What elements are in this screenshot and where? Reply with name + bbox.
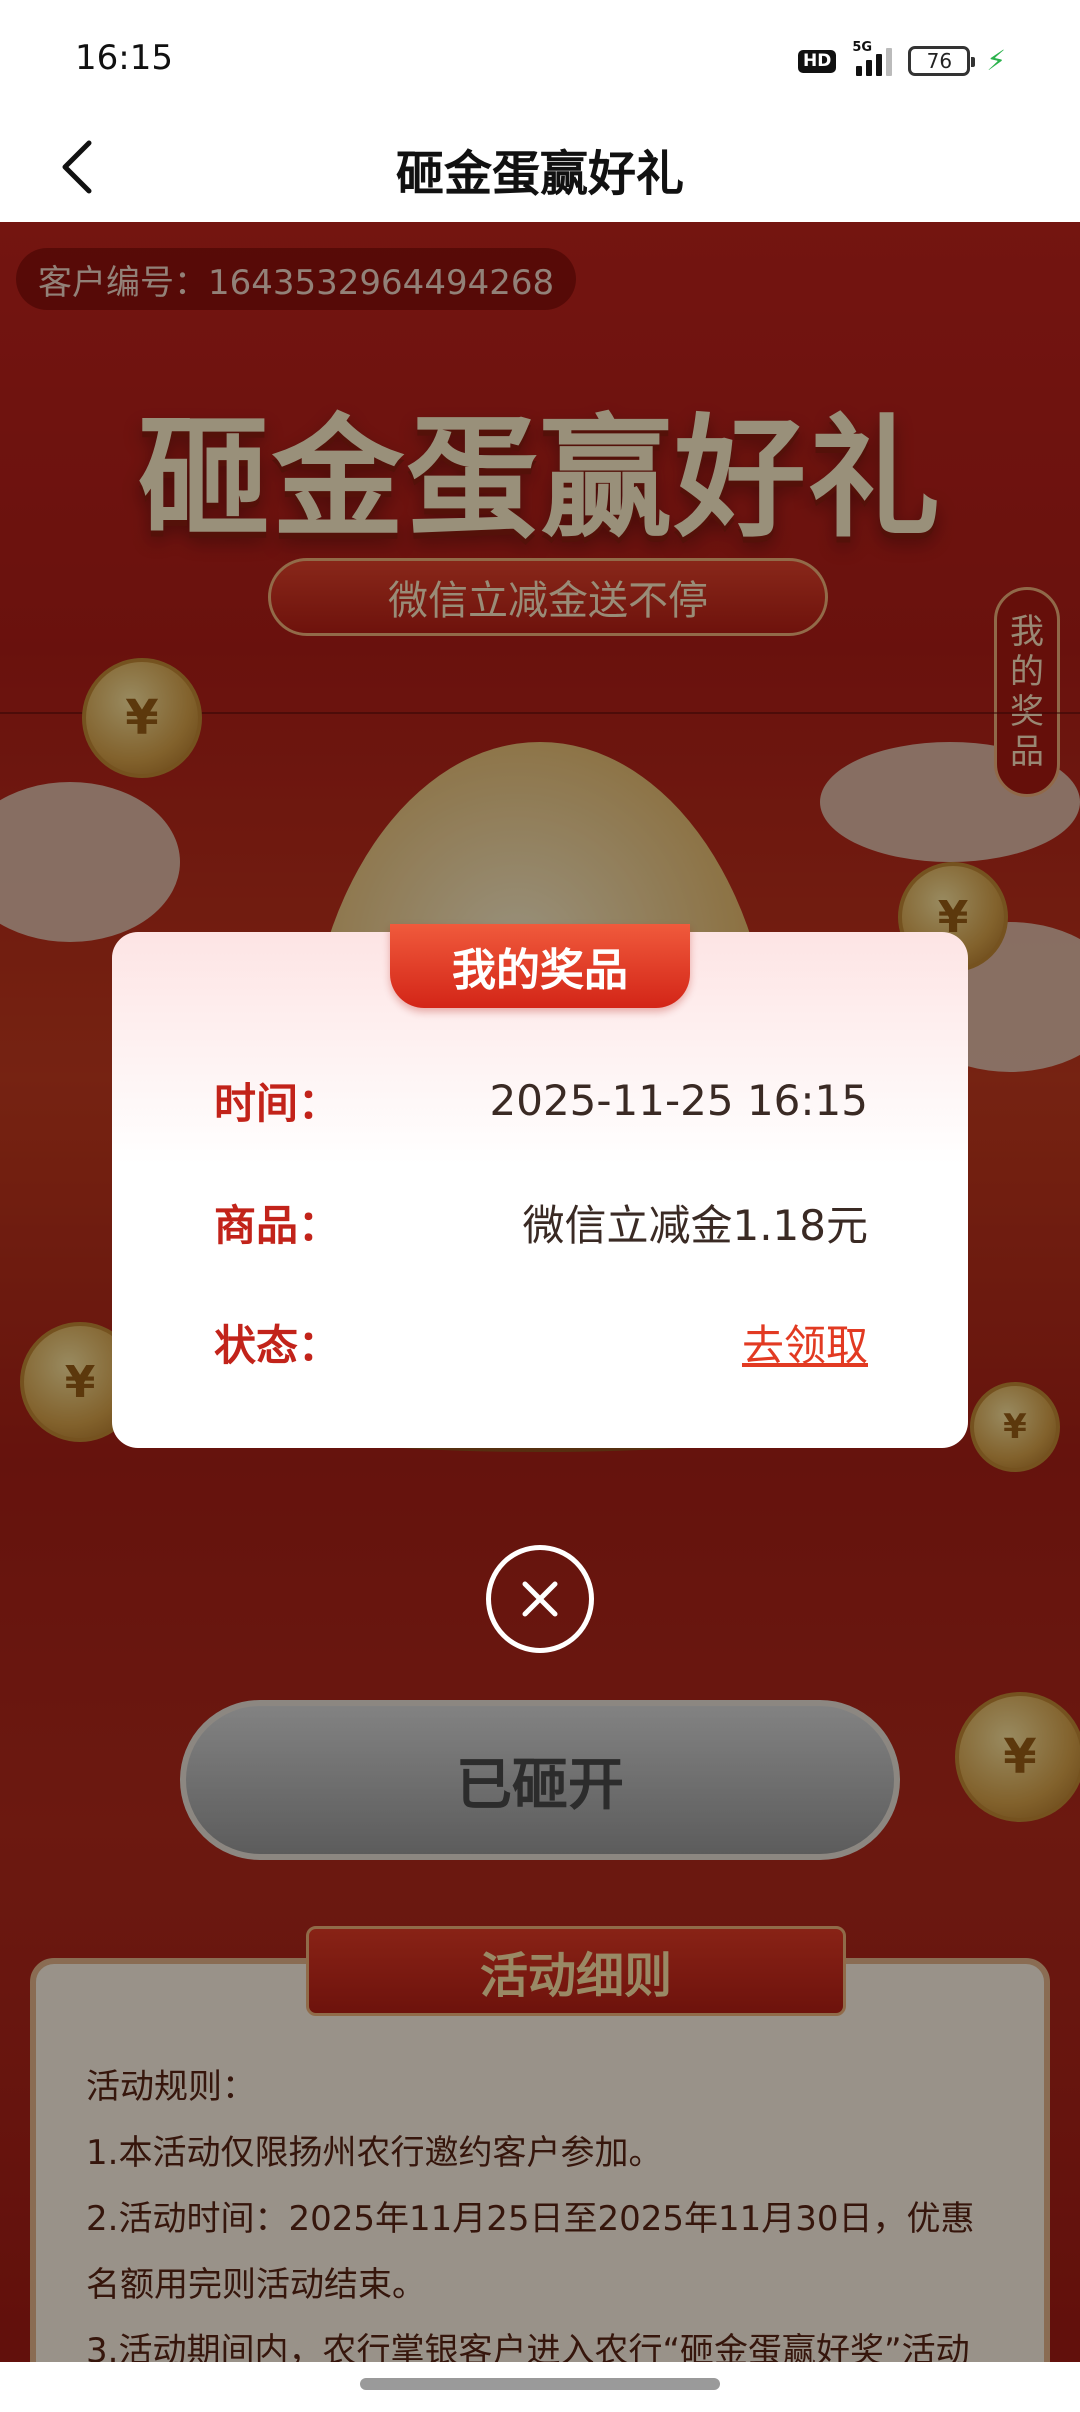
status-bar: 16:15 HD 5G 76 ⚡ (0, 0, 1080, 110)
page-title: 砸金蛋赢好礼 (395, 146, 684, 202)
close-icon (522, 1581, 558, 1617)
modal-title: 我的奖品 (390, 924, 690, 1008)
battery-level: 76 (926, 49, 953, 73)
hd-icon: HD (797, 49, 837, 73)
battery-icon: 76 (908, 46, 976, 76)
status-label: 状态： (214, 1320, 341, 1370)
cellular-signal-icon: 5G (852, 40, 893, 76)
gesture-bar (0, 2362, 1080, 2412)
status-time: 16:15 (75, 38, 173, 78)
nav-bar: 砸金蛋赢好礼 (0, 110, 1080, 222)
bolt-icon: ⚡ (986, 44, 1006, 77)
item-value: 微信立减金1.18元 (522, 1200, 868, 1250)
prize-modal: 我的奖品 时间： 2025-11-25 16:15 商品： 微信立减金1.18元… (112, 924, 968, 1448)
time-value: 2025-11-25 16:15 (489, 1075, 868, 1125)
home-indicator[interactable] (360, 2378, 720, 2390)
status-icons: HD 5G 76 ⚡ (797, 40, 1006, 78)
prize-item-row: 商品： 微信立减金1.18元 (214, 1192, 868, 1252)
close-modal-button[interactable] (486, 1545, 594, 1653)
network-type: 5G (852, 40, 873, 55)
claim-link[interactable]: 去领取 (742, 1312, 868, 1373)
prize-time-row: 时间： 2025-11-25 16:15 (214, 1070, 868, 1130)
time-label: 时间： (214, 1078, 341, 1128)
item-label: 商品： (214, 1200, 341, 1250)
prize-status-row: 状态： 去领取 (214, 1312, 868, 1372)
